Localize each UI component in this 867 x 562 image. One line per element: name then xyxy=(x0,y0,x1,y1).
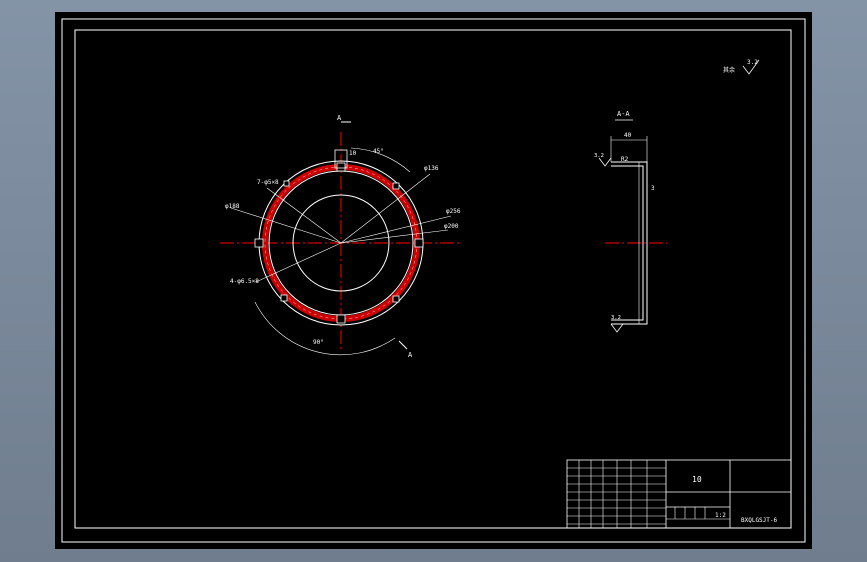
hole-marker xyxy=(283,180,290,187)
top-angle-label: 45° xyxy=(373,148,384,155)
cad-viewport[interactable]: 其余 3.2 10 45° 90° φ136 φ256 φ200 φ188 7-… xyxy=(0,0,867,562)
cut-marker-bottom: A xyxy=(408,351,413,359)
hole-marker xyxy=(280,294,288,302)
dia-label-2: φ256 xyxy=(446,208,461,215)
roughness-symbol-icon xyxy=(598,157,612,167)
inner-frame xyxy=(74,29,792,529)
outer-frame xyxy=(61,18,806,543)
drawing-sheet: 其余 3.2 10 45° 90° φ136 φ256 φ200 φ188 7-… xyxy=(55,12,812,549)
drawing-svg: 其余 3.2 10 45° 90° φ136 φ256 φ200 φ188 7-… xyxy=(61,18,806,543)
cut-marker-top: A xyxy=(337,114,342,122)
roughness-bottom: 3.2 xyxy=(611,315,621,321)
bottom-angle-label: 90° xyxy=(313,339,324,346)
roughness-note: 其余 3.2 xyxy=(723,59,760,75)
hole-label-1: 7-φ5×8 xyxy=(257,179,279,186)
hole-marker xyxy=(254,238,264,248)
flange-width-label: 40 xyxy=(624,132,632,139)
hole-marker xyxy=(336,314,346,324)
roughness-note-label: 其余 xyxy=(723,66,735,74)
dia-label-4: φ188 xyxy=(225,203,240,210)
hole-marker xyxy=(414,238,424,248)
front-view: 10 45° 90° φ136 φ256 φ200 φ188 7-φ5×8 4-… xyxy=(220,114,461,359)
thickness-label: 3 xyxy=(651,185,655,192)
hole-marker xyxy=(336,162,346,172)
hole-label-2: 4-φ6.5×8 xyxy=(230,278,259,285)
scale-value: 1:2 xyxy=(715,512,726,519)
roughness-note-value: 3.2 xyxy=(747,59,758,66)
roughness-top: 3.2 xyxy=(594,153,604,159)
part-number: 10 xyxy=(692,475,702,484)
section-view: A-A 40 R2 3 3.2 3.2 xyxy=(594,110,667,333)
fillet-label: R2 xyxy=(621,156,629,163)
drawing-code: BXQLGSJT-6 xyxy=(741,517,778,524)
roughness-symbol-icon xyxy=(610,323,624,333)
section-label: A-A xyxy=(617,110,630,118)
dia-label-3: φ200 xyxy=(444,223,459,230)
hole-marker xyxy=(392,182,400,190)
width-label: 10 xyxy=(349,150,357,157)
hole-marker xyxy=(392,295,400,303)
dia-label-1: φ136 xyxy=(424,165,439,172)
